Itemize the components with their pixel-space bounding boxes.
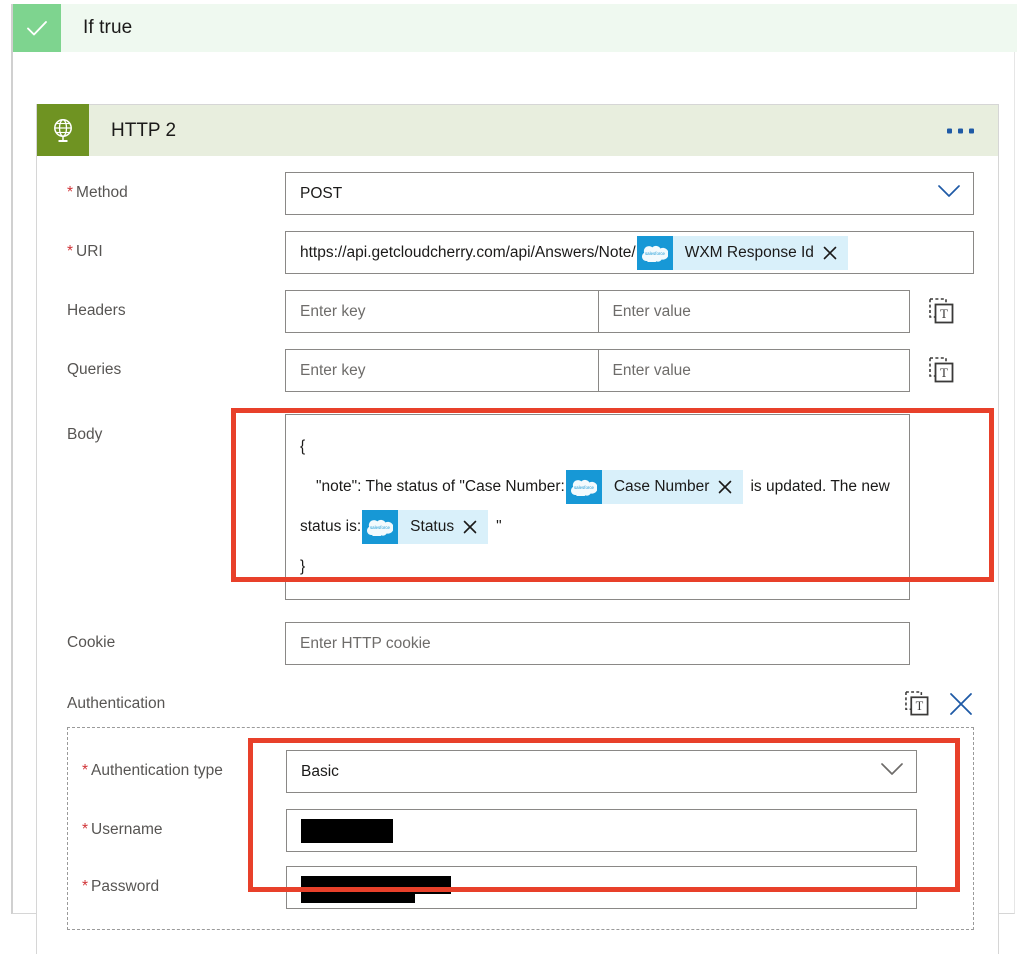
- redacted-password-value: [301, 875, 451, 903]
- body-line-2: "note": The status of "Case Number: sale…: [300, 467, 895, 547]
- salesforce-icon: salesforce: [636, 235, 673, 270]
- uri-label: * URI: [67, 243, 103, 260]
- queries-field-wrap: Enter key Enter value: [285, 349, 910, 392]
- method-value: POST: [300, 184, 343, 202]
- required-asterisk: *: [82, 878, 89, 895]
- salesforce-icon: salesforce: [362, 509, 399, 544]
- cookie-input[interactable]: Enter HTTP cookie: [285, 622, 910, 665]
- token-chip-status[interactable]: salesforce Status: [362, 509, 489, 544]
- token-label: Status: [410, 517, 455, 535]
- headers-pair: Enter key Enter value: [285, 290, 910, 333]
- card-overflow-menu-button[interactable]: [943, 122, 978, 139]
- close-icon[interactable]: [823, 236, 848, 270]
- menu-dot: [958, 128, 963, 133]
- headers-label: Headers: [67, 302, 126, 319]
- salesforce-icon: salesforce: [565, 469, 602, 504]
- authentication-label: Authentication: [67, 695, 166, 712]
- authentication-header: Authentication T: [37, 689, 998, 719]
- uri-field-wrap: https://api.getcloudcherry.com/api/Answe…: [285, 231, 974, 274]
- svg-text:salesforce: salesforce: [645, 251, 666, 256]
- chevron-down-icon: [881, 762, 903, 781]
- field-row-auth-type: * Authentication type Basic: [82, 750, 955, 793]
- field-row-body: Body { "note": The status of "Case Numbe…: [37, 414, 998, 600]
- token-chip-case-number[interactable]: salesforce Case Number: [565, 469, 744, 504]
- checkmark-icon: [13, 4, 61, 52]
- app-root: If true HTTP 2 * Method POST * URI https…: [0, 0, 1026, 954]
- remove-authentication-button[interactable]: [948, 691, 974, 717]
- queries-value-input[interactable]: Enter value: [597, 349, 910, 392]
- queries-pair: Enter key Enter value: [285, 349, 910, 392]
- scope-title: If true: [83, 17, 133, 38]
- globe-http-icon: [37, 104, 89, 156]
- required-asterisk: *: [67, 243, 74, 260]
- required-asterisk: *: [82, 821, 89, 838]
- headers-field-wrap: Enter key Enter value: [285, 290, 910, 333]
- method-label: * Method: [67, 184, 128, 201]
- cookie-field-wrap: Enter HTTP cookie: [285, 622, 910, 665]
- password-label: * Password: [82, 878, 160, 895]
- svg-text:T: T: [940, 306, 948, 321]
- required-asterisk: *: [67, 184, 74, 201]
- card-title: HTTP 2: [111, 119, 177, 141]
- body-label: Body: [67, 426, 103, 443]
- auth-type-dropdown[interactable]: Basic: [286, 750, 917, 793]
- cookie-label: Cookie: [67, 634, 116, 651]
- close-icon[interactable]: [463, 510, 488, 544]
- field-row-uri: * URI https://api.getcloudcherry.com/api/…: [37, 231, 998, 274]
- token-chip-wxm-response-id[interactable]: salesforce WXM Response Id: [636, 235, 848, 270]
- password-field-wrap: [286, 866, 917, 909]
- token-label: Case Number: [613, 477, 710, 495]
- required-asterisk: *: [82, 762, 89, 779]
- queries-text-mode-icon[interactable]: T: [910, 349, 974, 384]
- body-text-a: "note": The status of "Case Number:: [316, 478, 565, 495]
- menu-dot: [947, 128, 952, 133]
- menu-dot: [969, 128, 974, 133]
- scope-header: If true: [13, 4, 1017, 52]
- body-line-1: {: [300, 438, 306, 455]
- svg-text:T: T: [940, 365, 948, 380]
- field-row-password: * Password: [82, 866, 955, 909]
- svg-text:salesforce: salesforce: [574, 485, 595, 490]
- headers-key-input[interactable]: Enter key: [285, 290, 598, 333]
- uri-text: https://api.getcloudcherry.com/api/Answe…: [300, 243, 636, 261]
- chevron-down-icon: [938, 184, 960, 203]
- auth-type-label: * Authentication type: [82, 762, 223, 779]
- redacted-username-value: [301, 818, 393, 843]
- token-label: WXM Response Id: [684, 243, 814, 261]
- authentication-group: * Authentication type Basic * Username *…: [67, 727, 974, 930]
- password-input[interactable]: [286, 866, 917, 909]
- field-row-method: * Method POST: [37, 172, 998, 215]
- method-dropdown[interactable]: POST: [285, 172, 974, 215]
- method-field-wrap: POST: [285, 172, 974, 215]
- field-row-cookie: Cookie Enter HTTP cookie: [37, 622, 998, 665]
- http-action-card: HTTP 2 * Method POST * URI https://api.g…: [36, 104, 999, 954]
- body-field-wrap: { "note": The status of "Case Number: sa…: [285, 414, 910, 600]
- field-row-username: * Username: [82, 809, 955, 852]
- if-true-scope: If true HTTP 2 * Method POST * URI https…: [11, 4, 1017, 954]
- body-closing-quote: ": [496, 518, 502, 535]
- uri-input[interactable]: https://api.getcloudcherry.com/api/Answe…: [285, 231, 974, 274]
- close-icon[interactable]: [718, 470, 743, 504]
- authentication-text-mode-icon[interactable]: T: [905, 691, 930, 717]
- queries-label: Queries: [67, 361, 122, 378]
- card-header[interactable]: HTTP 2: [37, 104, 998, 156]
- auth-type-value: Basic: [301, 762, 339, 780]
- body-line-4: }: [300, 558, 306, 575]
- headers-value-input[interactable]: Enter value: [597, 290, 910, 333]
- auth-type-field-wrap: Basic: [286, 750, 917, 793]
- queries-key-input[interactable]: Enter key: [285, 349, 598, 392]
- svg-text:T: T: [916, 699, 924, 713]
- body-input[interactable]: { "note": The status of "Case Number: sa…: [285, 414, 910, 600]
- username-label: * Username: [82, 821, 163, 838]
- field-row-headers: Headers Enter key Enter value T: [37, 290, 998, 333]
- username-field-wrap: [286, 809, 917, 852]
- field-row-queries: Queries Enter key Enter value T: [37, 349, 998, 392]
- headers-text-mode-icon[interactable]: T: [910, 290, 974, 325]
- svg-text:salesforce: salesforce: [370, 525, 391, 530]
- username-input[interactable]: [286, 809, 917, 852]
- card-body: * Method POST * URI https://api.getcloud…: [37, 172, 998, 954]
